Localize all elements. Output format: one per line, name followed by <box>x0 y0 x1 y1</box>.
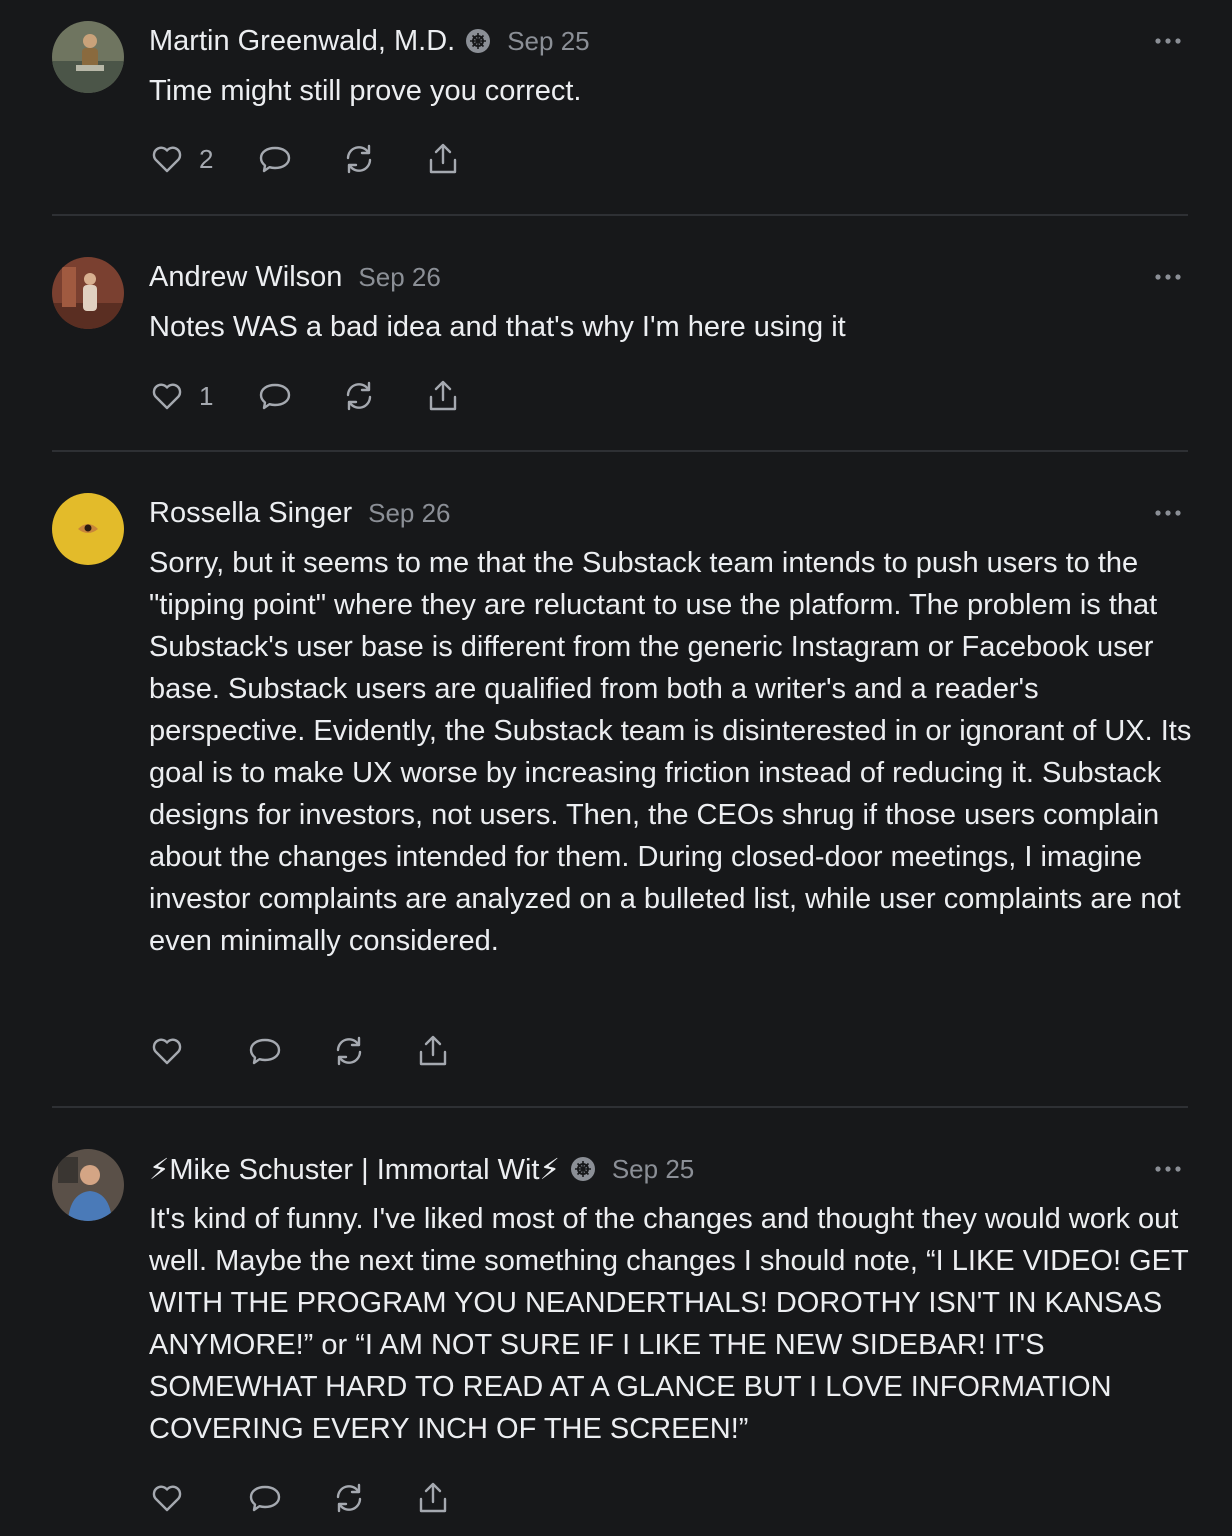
more-dots-icon[interactable] <box>1150 267 1186 287</box>
author-name[interactable]: Rossella Singer <box>149 497 352 530</box>
divider <box>52 1106 1188 1108</box>
avatar[interactable] <box>52 257 124 329</box>
like-count: 1 <box>199 380 214 411</box>
comment-bubble-icon <box>249 1485 281 1512</box>
comment-bubble-icon <box>260 383 291 410</box>
share-icon <box>419 1035 447 1066</box>
avatar[interactable] <box>52 493 124 565</box>
comment-body: Time might still prove you correct. <box>149 75 582 107</box>
heart-icon <box>152 1038 182 1065</box>
comment-date[interactable]: Sep 25 <box>507 26 589 57</box>
heart-icon <box>152 383 182 410</box>
more-dots-icon[interactable] <box>1150 31 1186 51</box>
more-dots-icon[interactable] <box>1150 1159 1186 1179</box>
divider <box>52 214 1188 216</box>
comment-header: ⚡Mike Schuster | Immortal Wit⚡ Sep 25 <box>149 1149 694 1189</box>
restack-icon <box>336 1036 362 1066</box>
restack-button[interactable] <box>341 376 377 416</box>
reply-button[interactable] <box>257 376 293 416</box>
share-button[interactable] <box>415 1031 451 1071</box>
share-icon <box>419 1482 447 1513</box>
reply-button[interactable] <box>257 139 293 179</box>
author-name[interactable]: Andrew Wilson <box>149 261 342 294</box>
restack-icon <box>347 144 372 174</box>
comment-date[interactable]: Sep 26 <box>368 498 450 529</box>
comment-actions <box>149 1478 451 1518</box>
heart-icon <box>152 146 182 173</box>
comment-bubble-icon <box>249 1038 281 1065</box>
like-button[interactable] <box>149 1478 199 1518</box>
like-button[interactable]: 1 <box>149 376 213 416</box>
comment-actions: 2 <box>149 139 461 179</box>
comment-feed: Martin Greenwald, M.D. Sep 25 Time might… <box>0 0 1232 1536</box>
like-count: 2 <box>199 143 214 174</box>
reply-button[interactable] <box>247 1031 283 1071</box>
comment-bubble-icon <box>260 146 291 173</box>
comment-date[interactable]: Sep 25 <box>612 1154 694 1185</box>
share-icon <box>430 380 457 411</box>
restack-button[interactable] <box>341 139 377 179</box>
heart-icon <box>152 1485 182 1512</box>
comment-actions: 1 <box>149 376 461 416</box>
restack-button[interactable] <box>331 1031 367 1071</box>
comment-body: Notes WAS a bad idea and that's why I'm … <box>149 311 846 343</box>
verified-badge-icon <box>465 28 491 54</box>
author-name[interactable]: ⚡Mike Schuster | Immortal Wit⚡ <box>149 1152 560 1187</box>
like-button[interactable]: 2 <box>149 139 213 179</box>
divider <box>52 450 1188 452</box>
avatar[interactable] <box>52 1149 124 1221</box>
restack-button[interactable] <box>331 1478 367 1518</box>
comment-header: Martin Greenwald, M.D. Sep 25 <box>149 21 590 61</box>
verified-badge-icon <box>570 1156 596 1182</box>
comment-date[interactable]: Sep 26 <box>358 262 440 293</box>
more-dots-icon[interactable] <box>1150 503 1186 523</box>
restack-icon <box>347 381 372 411</box>
comment-body: It's kind of funny. I've liked most of t… <box>149 1203 1189 1445</box>
reply-button[interactable] <box>247 1478 283 1518</box>
comment-actions <box>149 1031 451 1071</box>
comment-header: Andrew Wilson Sep 26 <box>149 257 441 297</box>
share-icon <box>430 143 457 174</box>
comment-header: Rossella Singer Sep 26 <box>149 493 451 533</box>
share-button[interactable] <box>425 139 461 179</box>
share-button[interactable] <box>425 376 461 416</box>
avatar[interactable] <box>52 21 124 93</box>
comment-body: Sorry, but it seems to me that the Subst… <box>149 547 1192 957</box>
author-name[interactable]: Martin Greenwald, M.D. <box>149 25 455 58</box>
share-button[interactable] <box>415 1478 451 1518</box>
restack-icon <box>336 1483 362 1513</box>
like-button[interactable] <box>149 1031 199 1071</box>
